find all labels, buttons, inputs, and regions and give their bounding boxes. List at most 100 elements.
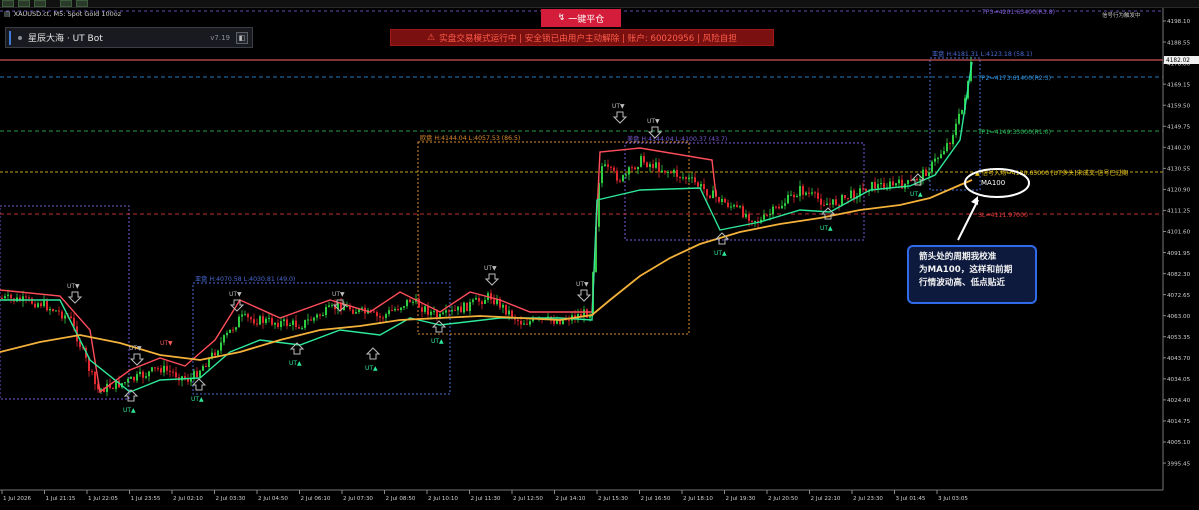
candle-body <box>202 365 204 371</box>
candle-body <box>880 183 882 185</box>
price-tick-label: 4043.70 <box>1167 356 1191 362</box>
candle-body <box>829 203 831 205</box>
candle-body <box>325 307 327 316</box>
candle-body <box>478 298 480 302</box>
candle-body <box>838 204 840 206</box>
candle-body <box>850 190 852 199</box>
candle-body <box>250 317 252 320</box>
candle-body <box>244 313 246 315</box>
price-tick-label: 4149.75 <box>1167 124 1191 130</box>
buy-signal-label: UT▲ <box>365 365 378 372</box>
candle-body <box>46 300 48 311</box>
candle-body <box>676 170 678 177</box>
candle-body <box>352 309 354 314</box>
buy-signal-label: UT▲ <box>191 396 204 403</box>
toolbar-icon[interactable] <box>60 0 72 7</box>
candle-body <box>169 370 171 372</box>
candle-body <box>484 299 486 305</box>
candle-body <box>655 162 657 168</box>
candle-body <box>643 156 645 163</box>
candle-body <box>814 192 816 194</box>
sell-signal-label: UT▼ <box>332 291 345 298</box>
toolbar-icon[interactable] <box>2 0 14 7</box>
candle-body <box>4 296 6 299</box>
lightning-icon: ↯ <box>557 13 566 23</box>
candle-body <box>229 329 231 333</box>
tp3-line-label: TP3=4201.63400(R3.8) <box>981 9 1055 16</box>
annotation-line: 为MA100，这样和前期 <box>919 265 1013 275</box>
candle-body <box>766 214 768 216</box>
candle-body <box>625 174 627 176</box>
candle-body <box>952 135 954 145</box>
price-tick-label: 4034.05 <box>1167 377 1191 383</box>
candle-body <box>70 316 72 319</box>
candle-body <box>214 352 216 356</box>
candle-body <box>874 181 876 189</box>
candle-body <box>31 298 33 304</box>
candle-body <box>895 183 897 186</box>
toolbar-icon[interactable] <box>18 0 30 7</box>
candle-body <box>313 317 315 321</box>
candle-body <box>889 181 891 188</box>
candle-body <box>394 308 396 311</box>
candle-body <box>316 314 318 318</box>
candle-body <box>25 296 27 298</box>
candle-body <box>748 214 750 221</box>
candle-body <box>775 206 777 208</box>
candle-body <box>808 192 810 194</box>
candle-body <box>283 319 285 322</box>
candle-body <box>607 164 609 167</box>
candle-body <box>481 301 483 305</box>
candle-body <box>700 184 702 187</box>
candle-body <box>391 310 393 312</box>
price-tick-label: 4082.30 <box>1167 272 1191 278</box>
price-tick-label: 4053.35 <box>1167 335 1191 341</box>
toolbar-icon[interactable] <box>76 0 88 7</box>
candle-body <box>49 309 51 311</box>
candle-body <box>136 374 138 381</box>
session-box-asia-label: 亚盘 H:4070.58 L:4030.81 (49.0) <box>195 275 295 283</box>
time-tick-label: 2 Jul 12:50 <box>513 496 543 502</box>
candle-body <box>937 158 939 160</box>
candle-body <box>37 303 39 308</box>
candle-body <box>691 177 693 179</box>
price-tick-label: 4120.90 <box>1167 188 1191 194</box>
buy-signal-label: UT▲ <box>431 338 444 345</box>
candle-body <box>361 307 363 309</box>
toolbar-icon[interactable] <box>34 0 46 7</box>
candle-body <box>355 312 357 314</box>
candle-body <box>679 176 681 178</box>
candle-body <box>454 310 456 312</box>
candle-body <box>640 156 642 167</box>
candle-body <box>100 388 102 390</box>
candle-body <box>790 194 792 196</box>
candle-body <box>769 214 771 216</box>
candle-body <box>469 302 471 312</box>
candle-body <box>520 320 522 325</box>
candle-body <box>442 312 444 314</box>
candle-body <box>238 316 240 328</box>
candle-body <box>730 206 732 208</box>
panel-toggle-button[interactable]: ◧ <box>236 32 248 44</box>
candle-body <box>664 170 666 173</box>
candle-body <box>439 313 441 318</box>
candle-body <box>634 167 636 170</box>
candle-body <box>52 309 54 312</box>
close-all-label: 一键平仓 <box>568 14 605 25</box>
bot-panel[interactable]: 星辰大海 · UT Bot v7.19 ◧ <box>5 27 253 48</box>
candle-body <box>673 170 675 174</box>
candle-body <box>130 376 132 379</box>
candle-body <box>817 192 819 199</box>
candle-body <box>826 203 828 206</box>
candle-body <box>451 310 453 312</box>
annotation-line: 箭头处的周期我校准 <box>919 252 997 262</box>
close-all-button[interactable]: ↯ 一键平仓 <box>541 9 621 27</box>
candle-body <box>10 294 12 299</box>
candle-body <box>208 357 210 367</box>
candle-body <box>742 206 744 218</box>
candle-body <box>448 310 450 312</box>
time-tick-label: 1 Jul 23:55 <box>131 496 161 502</box>
candle-body <box>709 195 711 199</box>
candle-body <box>844 195 846 198</box>
candle-body <box>328 305 330 308</box>
